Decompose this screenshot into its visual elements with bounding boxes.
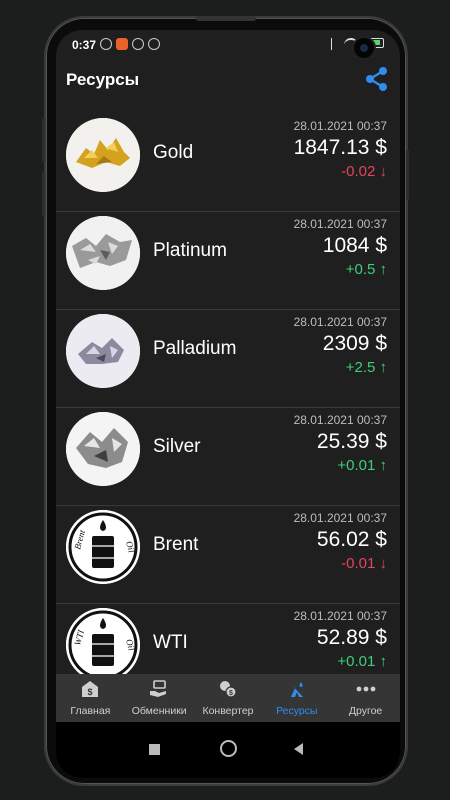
resource-date: 28.01.2021 00:37: [293, 119, 387, 133]
resource-price: 25.39 $: [316, 430, 387, 453]
silver-crystal-image: [66, 412, 140, 486]
home-dollar-icon: $: [82, 681, 99, 697]
svg-text:$: $: [229, 690, 233, 697]
back-button[interactable]: [294, 743, 303, 755]
wti-oil-barrel-logo: WTI Oil: [66, 608, 140, 674]
sync-icon-2: [148, 38, 160, 50]
nav-label: Конвертер: [202, 705, 254, 717]
nav-tab-resources[interactable]: Ресурсы: [262, 674, 331, 722]
more-dots-icon: [356, 686, 375, 692]
home-button[interactable]: [220, 740, 237, 757]
resource-change: +0.01 ↑: [337, 653, 387, 670]
gold-nugget-image: [66, 118, 140, 192]
resource-change: +2.5 ↑: [345, 359, 387, 376]
resource-price: 52.89 $: [316, 626, 387, 649]
resources-list[interactable]: Gold 28.01.2021 00:37 1847.13 $ -0.02 ↓ …: [56, 110, 400, 674]
platinum-nugget-image: [66, 216, 140, 290]
resource-row-wti[interactable]: WTI Oil WTI 28.01.2021 00:37 52.89 $ +0.…: [56, 604, 400, 674]
svg-text:$: $: [88, 687, 93, 697]
sync-icon: [132, 38, 144, 50]
status-bar: 0:37: [56, 30, 400, 58]
power-button: [406, 150, 409, 200]
resource-price: 2309 $: [322, 332, 387, 355]
resource-date: 28.01.2021 00:37: [293, 609, 387, 623]
do-not-disturb-icon: [100, 38, 112, 50]
resource-change: +0.01 ↑: [337, 457, 387, 474]
resource-date: 28.01.2021 00:37: [293, 315, 387, 329]
resource-row-brent[interactable]: Brent Oil Brent 28.01.2021 00:37 56.02 $…: [56, 506, 400, 604]
recent-apps-button[interactable]: [149, 744, 160, 755]
resource-name: Palladium: [153, 338, 237, 359]
resource-row-gold[interactable]: Gold 28.01.2021 00:37 1847.13 $ -0.02 ↓: [56, 114, 400, 212]
front-camera: [352, 36, 376, 60]
share-icon[interactable]: [364, 66, 390, 92]
resource-change: -0.02 ↓: [341, 163, 387, 180]
bottom-navigation: $ Главная Обменники $ Конвертер Ресурсы …: [56, 674, 400, 722]
resource-name: Gold: [153, 142, 194, 163]
app-screen: 0:37 Ресурсы Gold 28.01.2021 00:37 1847.…: [56, 30, 400, 778]
system-navigation-bar: [56, 722, 400, 778]
oil-resource-icon: [289, 682, 303, 697]
resource-price: 1847.13 $: [293, 136, 387, 159]
resource-name: Silver: [153, 436, 201, 457]
resource-name: Platinum: [153, 240, 227, 261]
resource-name: Brent: [153, 534, 199, 555]
app-notification-icon: [116, 38, 128, 50]
nav-tab-converter[interactable]: $ Конвертер: [194, 674, 263, 722]
nav-label: Другое: [348, 705, 383, 717]
nav-tab-home[interactable]: $ Главная: [56, 674, 125, 722]
app-bar: Ресурсы: [56, 58, 400, 110]
page-title: Ресурсы: [66, 70, 140, 89]
exchange-hand-icon: [150, 680, 167, 697]
resource-change: -0.01 ↓: [341, 555, 387, 572]
status-time: 0:37: [72, 38, 97, 52]
resource-price: 1084 $: [322, 234, 387, 257]
bluetooth-icon: [331, 35, 338, 51]
nav-tab-exchangers[interactable]: Обменники: [125, 674, 194, 722]
palladium-crystal-image: [66, 314, 140, 388]
resource-price: 56.02 $: [316, 528, 387, 551]
resource-row-platinum[interactable]: Platinum 28.01.2021 00:37 1084 $ +0.5 ↑: [56, 212, 400, 310]
earpiece: [196, 16, 256, 21]
nav-tab-other[interactable]: Другое: [331, 674, 400, 722]
resource-row-silver[interactable]: Silver 28.01.2021 00:37 25.39 $ +0.01 ↑: [56, 408, 400, 506]
resource-date: 28.01.2021 00:37: [293, 413, 387, 427]
volume-button: [42, 118, 45, 162]
resource-row-palladium[interactable]: Palladium 28.01.2021 00:37 2309 $ +2.5 ↑: [56, 310, 400, 408]
resource-name: WTI: [153, 632, 188, 653]
converter-coins-icon: $: [219, 681, 237, 698]
resource-date: 28.01.2021 00:37: [293, 217, 387, 231]
volume-button-lower: [42, 172, 45, 216]
resource-change: +0.5 ↑: [345, 261, 387, 278]
brent-oil-barrel-logo: Brent Oil: [66, 510, 140, 584]
nav-label: Главная: [70, 705, 111, 717]
nav-label: Обменники: [131, 705, 187, 717]
nav-label: Ресурсы: [276, 705, 318, 717]
resource-date: 28.01.2021 00:37: [293, 511, 387, 525]
